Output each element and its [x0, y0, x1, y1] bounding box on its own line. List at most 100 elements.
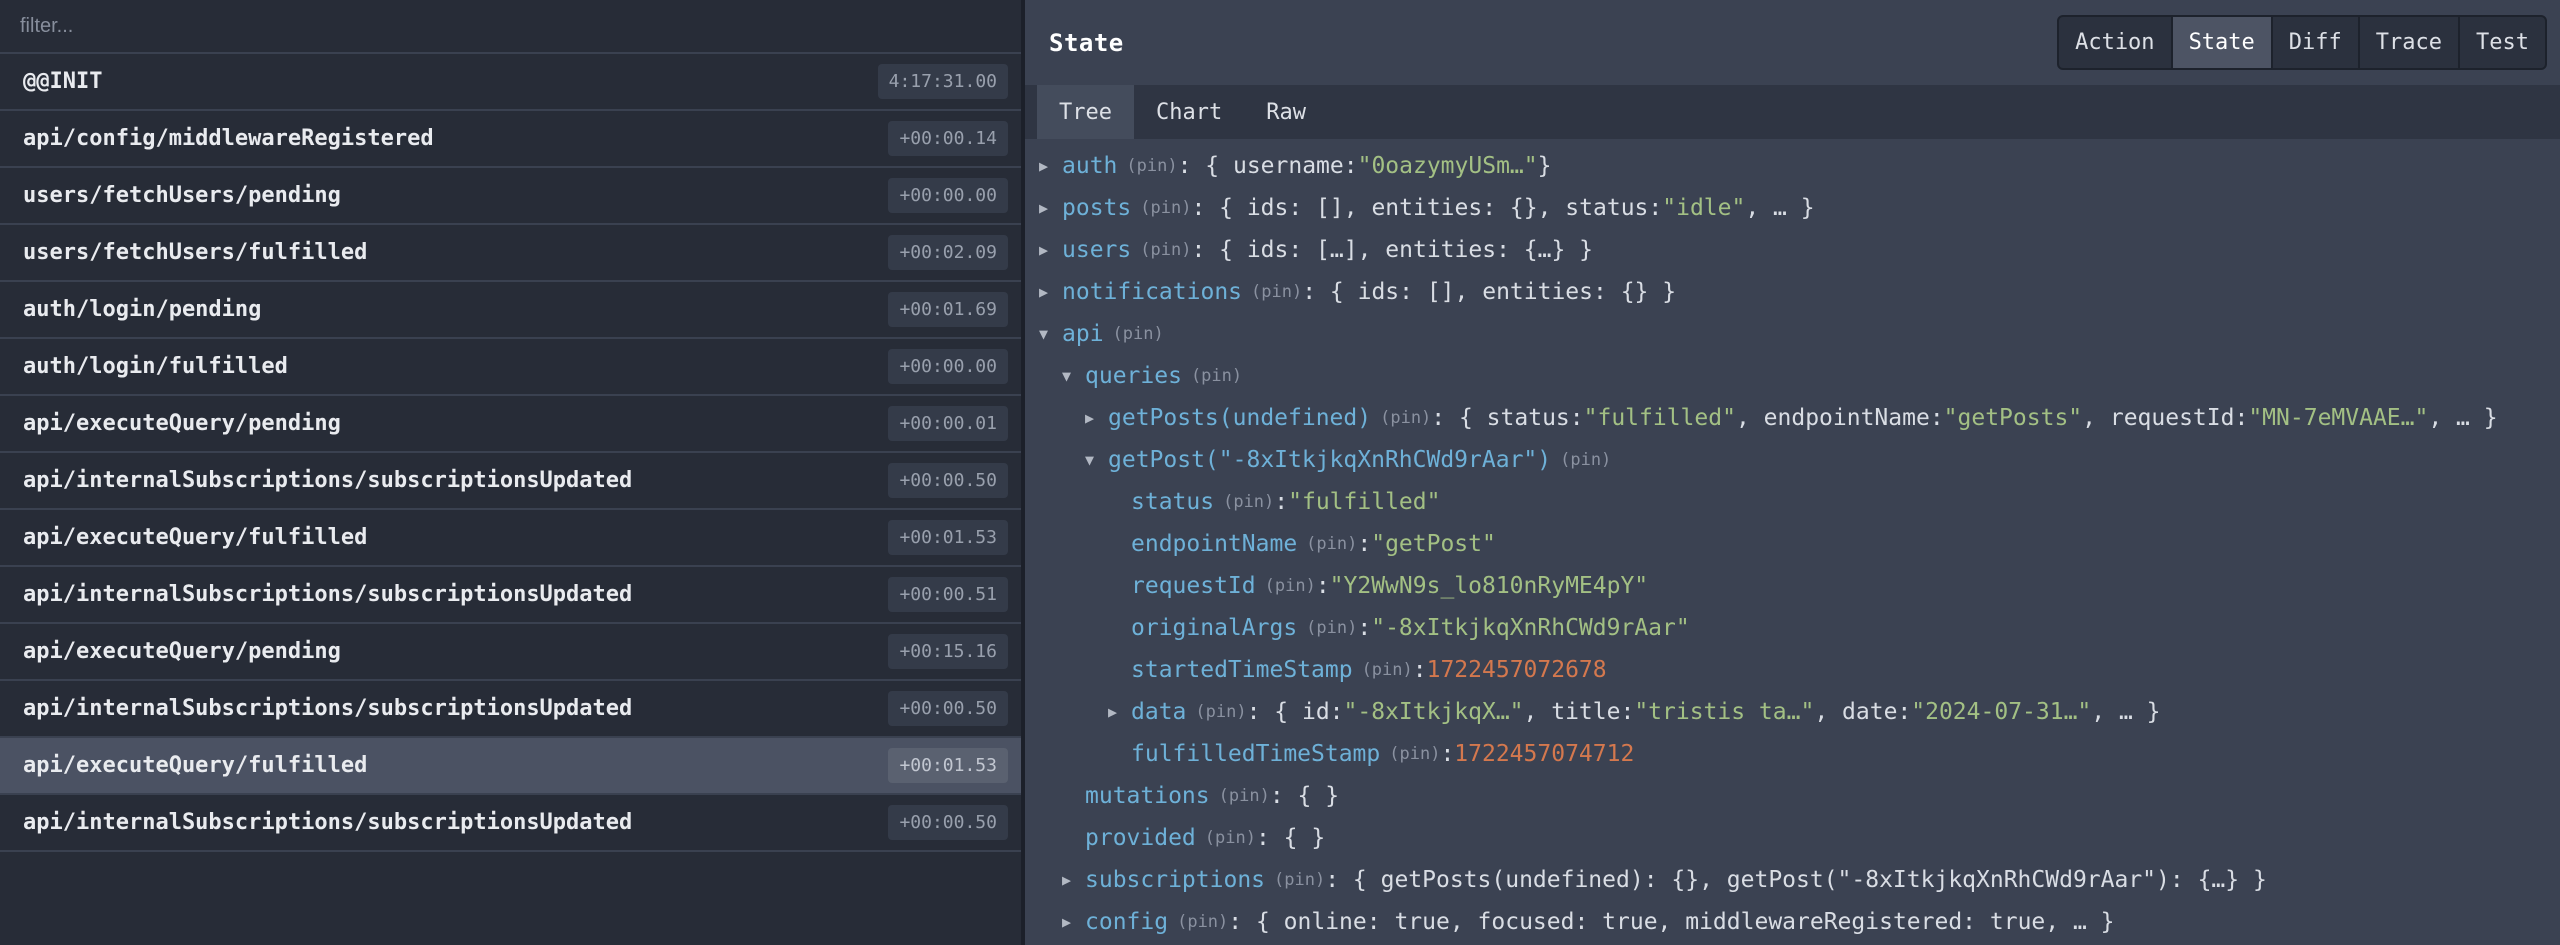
tree-node[interactable]: startedTimeStamp(pin): 1722457072678 [1039, 649, 2560, 691]
preview-text: } [1538, 153, 1552, 179]
tree-node[interactable]: ▼queries (pin) [1039, 355, 2560, 397]
action-list-item[interactable]: api/config/middlewareRegistered+00:00.14 [0, 111, 1021, 168]
action-name: api/executeQuery/pending [23, 639, 888, 664]
node-key[interactable]: getPosts(undefined) [1108, 405, 1371, 431]
action-list-item[interactable]: @@INIT4:17:31.00 [0, 54, 1021, 111]
pin-button[interactable]: (pin) [1140, 240, 1191, 260]
tree-node[interactable]: endpointName(pin): "getPost" [1039, 523, 2560, 565]
pin-button[interactable]: (pin) [1140, 198, 1191, 218]
node-key[interactable]: auth [1062, 153, 1117, 179]
chevron-right-icon[interactable]: ▶ [1039, 283, 1062, 301]
action-list-item[interactable]: api/executeQuery/pending+00:15.16 [0, 624, 1021, 681]
tree-node[interactable]: ▶users(pin): { ids: […], entities: {…} } [1039, 229, 2560, 271]
action-list-item[interactable]: auth/login/pending+00:01.69 [0, 282, 1021, 339]
action-name: api/internalSubscriptions/subscriptionsU… [23, 582, 888, 607]
action-timestamp: +00:00.14 [888, 121, 1008, 156]
pin-button[interactable]: (pin) [1306, 618, 1357, 638]
action-list-item[interactable]: api/internalSubscriptions/subscriptionsU… [0, 567, 1021, 624]
preview-text: : { username: [1178, 153, 1358, 179]
preview-text: : [1274, 489, 1288, 515]
node-key[interactable]: data [1131, 699, 1186, 725]
node-key[interactable]: subscriptions [1085, 867, 1265, 893]
pin-button[interactable]: (pin) [1362, 660, 1413, 680]
tree-node[interactable]: ▶subscriptions(pin): { getPosts(undefine… [1039, 859, 2560, 901]
chevron-right-icon[interactable]: ▶ [1062, 871, 1085, 889]
pin-button[interactable]: (pin) [1191, 366, 1242, 386]
chevron-down-icon[interactable]: ▼ [1062, 367, 1085, 385]
node-key[interactable]: endpointName [1131, 531, 1297, 557]
node-key[interactable]: startedTimeStamp [1131, 657, 1353, 683]
tree-node[interactable]: ▶data(pin): { id: "-8xItkjkqX…", title: … [1039, 691, 2560, 733]
node-key[interactable]: getPost("-8xItkjkqXnRhCWd9rAar") [1108, 447, 1551, 473]
chevron-right-icon[interactable]: ▶ [1039, 199, 1062, 217]
node-key[interactable]: requestId [1131, 573, 1256, 599]
tree-node[interactable]: ▶posts(pin): { ids: [], entities: {}, st… [1039, 187, 2560, 229]
tree-node[interactable]: fulfilledTimeStamp(pin): 1722457074712 [1039, 733, 2560, 775]
tree-node[interactable]: status(pin): "fulfilled" [1039, 481, 2560, 523]
node-key[interactable]: config [1085, 909, 1168, 935]
tab-test-button[interactable]: Test [2458, 15, 2547, 70]
pin-button[interactable]: (pin) [1380, 408, 1431, 428]
node-key[interactable]: api [1062, 321, 1104, 347]
tree-node[interactable]: requestId(pin): "Y2WwN9s_lo810nRyME4pY" [1039, 565, 2560, 607]
chevron-right-icon[interactable]: ▶ [1039, 241, 1062, 259]
pin-button[interactable]: (pin) [1306, 534, 1357, 554]
tree-node[interactable]: ▶getPosts(undefined)(pin): { status: "fu… [1039, 397, 2560, 439]
tab-trace-button[interactable]: Trace [2358, 15, 2460, 70]
filter-input[interactable] [18, 14, 1003, 39]
action-list-item[interactable]: api/executeQuery/fulfilled+00:01.53 [0, 738, 1021, 795]
pin-button[interactable]: (pin) [1219, 786, 1270, 806]
action-list-item[interactable]: auth/login/fulfilled+00:00.00 [0, 339, 1021, 396]
tab-diff-button[interactable]: Diff [2271, 15, 2360, 70]
preview-text: : [1316, 573, 1330, 599]
pin-button[interactable]: (pin) [1126, 156, 1177, 176]
pin-button[interactable]: (pin) [1251, 282, 1302, 302]
tree-node[interactable]: provided(pin): { } [1039, 817, 2560, 859]
node-key[interactable]: status [1131, 489, 1214, 515]
action-list-item[interactable]: users/fetchUsers/pending+00:00.00 [0, 168, 1021, 225]
chevron-right-icon[interactable]: ▶ [1062, 913, 1085, 931]
subtab-raw[interactable]: Raw [1244, 85, 1328, 139]
node-key[interactable]: originalArgs [1131, 615, 1297, 641]
pin-button[interactable]: (pin) [1205, 828, 1256, 848]
node-key[interactable]: provided [1085, 825, 1196, 851]
action-list-item[interactable]: api/internalSubscriptions/subscriptionsU… [0, 795, 1021, 852]
subtab-chart[interactable]: Chart [1134, 85, 1244, 139]
node-key[interactable]: queries [1085, 363, 1182, 389]
pin-button[interactable]: (pin) [1389, 744, 1440, 764]
tree-node[interactable]: ▼api (pin) [1039, 313, 2560, 355]
tree-node[interactable]: ▶notifications(pin): { ids: [], entities… [1039, 271, 2560, 313]
action-list-item[interactable]: api/internalSubscriptions/subscriptionsU… [0, 453, 1021, 510]
node-key[interactable]: mutations [1085, 783, 1210, 809]
chevron-right-icon[interactable]: ▶ [1039, 157, 1062, 175]
action-name: api/internalSubscriptions/subscriptionsU… [23, 696, 888, 721]
chevron-down-icon[interactable]: ▼ [1039, 325, 1062, 343]
tree-node[interactable]: ▼getPost("-8xItkjkqXnRhCWd9rAar") (pin) [1039, 439, 2560, 481]
pin-button[interactable]: (pin) [1223, 492, 1274, 512]
node-key[interactable]: fulfilledTimeStamp [1131, 741, 1380, 767]
action-list-item[interactable]: api/executeQuery/pending+00:00.01 [0, 396, 1021, 453]
tree-node[interactable]: originalArgs(pin): "-8xItkjkqXnRhCWd9rAa… [1039, 607, 2560, 649]
tree-node[interactable]: mutations(pin): { } [1039, 775, 2560, 817]
node-key[interactable]: notifications [1062, 279, 1242, 305]
action-list-item[interactable]: api/executeQuery/fulfilled+00:01.53 [0, 510, 1021, 567]
node-key[interactable]: users [1062, 237, 1131, 263]
pin-button[interactable]: (pin) [1274, 870, 1325, 890]
pin-button[interactable]: (pin) [1195, 702, 1246, 722]
pin-button[interactable]: (pin) [1560, 450, 1611, 470]
preview-text: : [1357, 615, 1371, 641]
tree-node[interactable]: ▶config(pin): { online: true, focused: t… [1039, 901, 2560, 943]
chevron-down-icon[interactable]: ▼ [1085, 451, 1108, 469]
pin-button[interactable]: (pin) [1177, 912, 1228, 932]
tab-state-button[interactable]: State [2171, 15, 2273, 70]
chevron-right-icon[interactable]: ▶ [1085, 409, 1108, 427]
pin-button[interactable]: (pin) [1265, 576, 1316, 596]
action-list-item[interactable]: api/internalSubscriptions/subscriptionsU… [0, 681, 1021, 738]
chevron-right-icon[interactable]: ▶ [1108, 703, 1131, 721]
pin-button[interactable]: (pin) [1113, 324, 1164, 344]
subtab-tree[interactable]: Tree [1037, 85, 1134, 139]
action-list-item[interactable]: users/fetchUsers/fulfilled+00:02.09 [0, 225, 1021, 282]
tree-node[interactable]: ▶auth(pin): { username: "0oazymyUSm…" } [1039, 145, 2560, 187]
tab-action-button[interactable]: Action [2057, 15, 2172, 70]
node-key[interactable]: posts [1062, 195, 1131, 221]
